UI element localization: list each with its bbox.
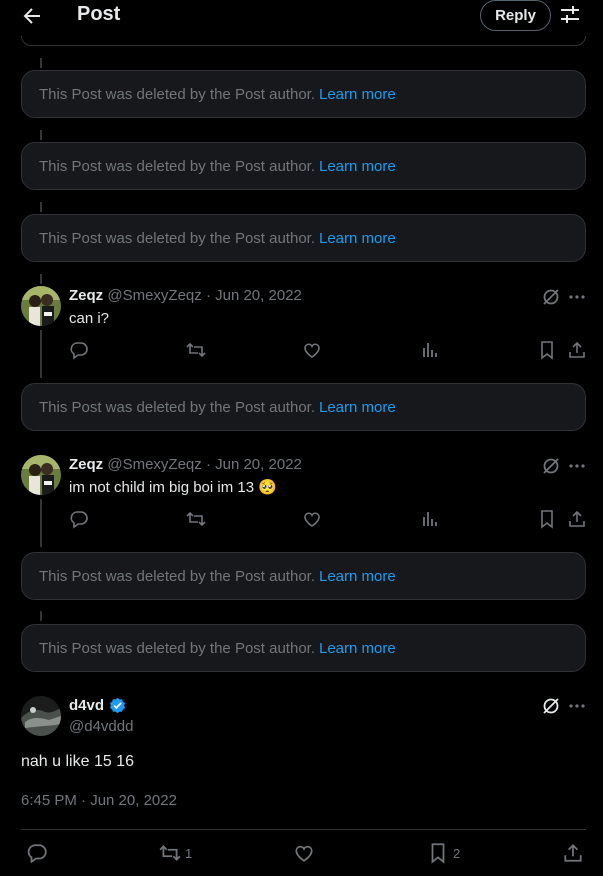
post-date[interactable]: Jun 20, 2022 — [215, 456, 302, 473]
like-icon[interactable] — [302, 340, 322, 360]
deleted-notice-text: This Post was deleted by the Post author… — [39, 229, 315, 247]
arrow-left-icon[interactable] — [20, 4, 44, 28]
grok-icon[interactable] — [541, 287, 561, 307]
reply-icon[interactable] — [69, 340, 89, 360]
deleted-post-notice: This Post was deleted by the Post author… — [21, 383, 586, 431]
repost-icon[interactable] — [186, 340, 206, 360]
thread-line — [40, 611, 42, 621]
bookmark-icon[interactable] — [427, 842, 449, 864]
author-name[interactable]: Zeqz — [69, 287, 103, 304]
learn-more-link[interactable]: Learn more — [319, 158, 396, 175]
grok-icon[interactable] — [541, 456, 561, 476]
learn-more-link[interactable]: Learn more — [319, 640, 396, 657]
share-icon[interactable] — [562, 842, 584, 864]
thread-line — [40, 330, 42, 378]
post-date[interactable]: Jun 20, 2022 — [215, 287, 302, 304]
avatar[interactable] — [21, 455, 61, 495]
deleted-notice-text: This Post was deleted by the Post author… — [39, 157, 315, 175]
more-icon[interactable] — [567, 287, 587, 307]
post-text: nah u like 15 16 — [21, 753, 134, 770]
views-icon[interactable] — [420, 509, 440, 529]
author-name[interactable]: d4vd — [69, 697, 104, 714]
deleted-post-notice: This Post was deleted by the Post author… — [21, 70, 586, 118]
learn-more-link[interactable]: Learn more — [319, 568, 396, 585]
separator: · — [205, 287, 211, 304]
more-icon[interactable] — [567, 456, 587, 476]
deleted-notice-text: This Post was deleted by the Post author… — [39, 639, 315, 657]
repost-icon[interactable] — [159, 842, 181, 864]
share-icon[interactable] — [567, 340, 587, 360]
thread-line — [40, 274, 42, 284]
author-name[interactable]: Zeqz — [69, 456, 103, 473]
learn-more-link[interactable]: Learn more — [319, 230, 396, 247]
grok-icon[interactable] — [541, 696, 561, 716]
like-icon[interactable] — [302, 509, 322, 529]
deleted-post-notice: This Post was deleted by the Post author… — [21, 552, 586, 600]
author-handle[interactable]: @SmexyZeqz — [107, 287, 201, 304]
reply-header: Zeqz @SmexyZeqz · Jun 20, 2022 — [69, 456, 302, 473]
repost-count: 1 — [185, 846, 193, 861]
avatar[interactable] — [21, 696, 61, 736]
reply-header: Zeqz @SmexyZeqz · Jun 20, 2022 — [69, 287, 302, 304]
bookmark-icon[interactable] — [537, 509, 557, 529]
deleted-notice-text: This Post was deleted by the Post author… — [39, 85, 315, 103]
bookmark-count: 2 — [453, 846, 461, 861]
deleted-post-notice: This Post was deleted by the Post author… — [21, 214, 586, 262]
reply-icon[interactable] — [69, 509, 89, 529]
deleted-post-notice: This Post was deleted by the Post author… — [21, 142, 586, 190]
thread-line — [40, 58, 42, 68]
like-icon[interactable] — [293, 842, 315, 864]
thread-line — [40, 202, 42, 212]
verified-badge-icon — [109, 697, 126, 714]
deleted-notice-text: This Post was deleted by the Post author… — [39, 398, 315, 416]
previous-post-edge — [21, 36, 586, 46]
bookmark-icon[interactable] — [537, 340, 557, 360]
share-icon[interactable] — [567, 509, 587, 529]
deleted-post-notice: This Post was deleted by the Post author… — [21, 624, 586, 672]
learn-more-link[interactable]: Learn more — [319, 86, 396, 103]
separator: · — [205, 456, 211, 473]
more-icon[interactable] — [567, 696, 587, 716]
views-icon[interactable] — [420, 340, 440, 360]
deleted-notice-text: This Post was deleted by the Post author… — [39, 567, 315, 585]
thread-line — [40, 130, 42, 140]
reply-button[interactable]: Reply — [480, 0, 551, 31]
post-timestamp[interactable]: 6:45 PM · Jun 20, 2022 — [21, 792, 177, 809]
repost-icon[interactable] — [186, 509, 206, 529]
page-title: Post — [77, 3, 121, 25]
learn-more-link[interactable]: Learn more — [319, 399, 396, 416]
post-text: im not child im big boi im 13 🥺 — [69, 479, 277, 496]
post-text: can i? — [69, 310, 110, 327]
author-handle[interactable]: @d4vddd — [69, 718, 133, 735]
thread-line — [40, 499, 42, 547]
divider — [21, 829, 586, 830]
author-handle[interactable]: @SmexyZeqz — [107, 456, 201, 473]
sliders-icon[interactable] — [560, 4, 580, 26]
avatar[interactable] — [21, 286, 61, 326]
reply-icon[interactable] — [26, 842, 48, 864]
